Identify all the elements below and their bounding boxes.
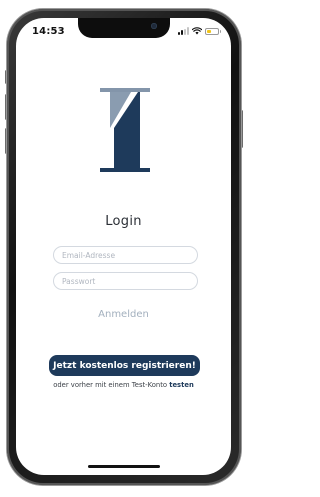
battery-level (207, 29, 211, 33)
password-input[interactable] (53, 272, 198, 290)
app-screen: 14:53 Login Email-Adresse Anmelden Jetzt… (16, 18, 231, 475)
test-account-line: oder vorher mit einem Test-Konto testen (16, 381, 231, 389)
signal-bars-icon (178, 27, 189, 35)
wifi-icon (192, 27, 202, 35)
battery-icon (205, 27, 221, 35)
notch (78, 18, 170, 38)
test-account-link[interactable]: testen (169, 381, 194, 389)
status-icons (178, 27, 221, 35)
brand-logo-icon (100, 88, 150, 172)
email-input[interactable] (53, 246, 198, 264)
signin-button[interactable]: Anmelden (16, 309, 231, 320)
test-account-text: oder vorher mit einem Test-Konto (53, 381, 168, 389)
register-button[interactable]: Jetzt kostenlos registrieren! (49, 355, 200, 376)
phone-mockup: 14:53 Login Email-Adresse Anmelden Jetzt… (0, 0, 254, 497)
front-camera-icon (151, 23, 157, 29)
status-time: 14:53 (32, 26, 65, 37)
home-indicator (88, 465, 160, 468)
login-title: Login (105, 214, 142, 229)
